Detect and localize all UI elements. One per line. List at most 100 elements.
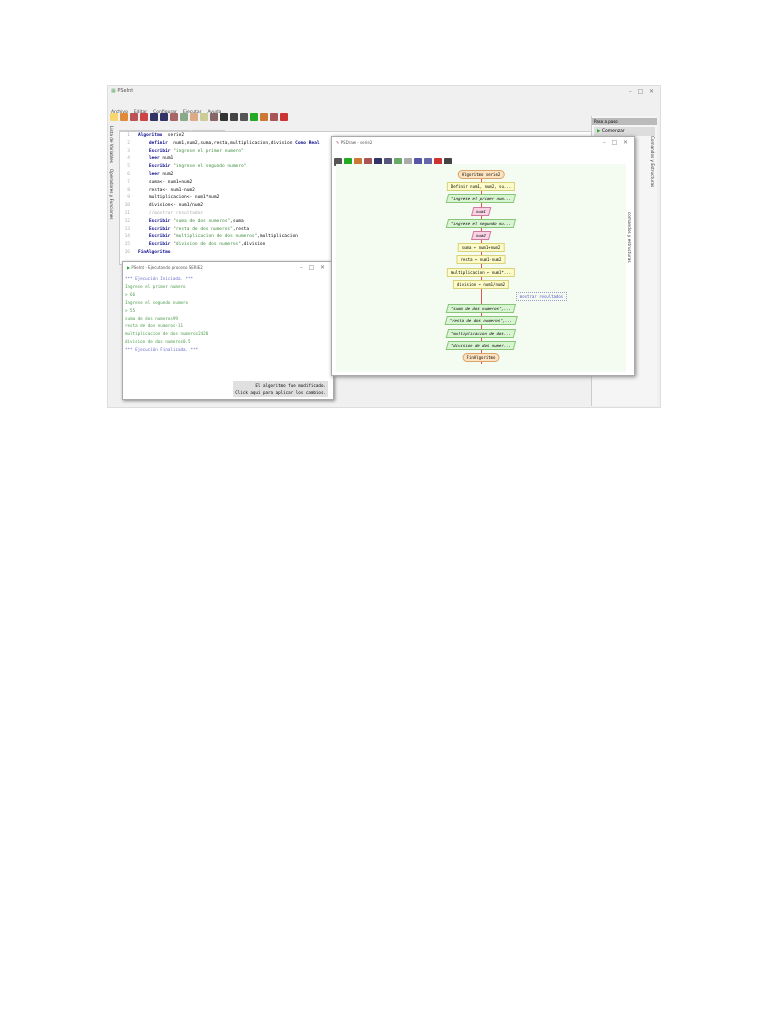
code-token: suma<- num1+num2 — [138, 179, 193, 185]
toolbar-button-icon[interactable] — [200, 113, 208, 121]
line-number: 16 — [124, 249, 130, 255]
code-token: leer — [138, 171, 160, 177]
flow-node-out[interactable]: "multiplicacion de dos... — [445, 328, 517, 338]
toolbar-button-icon[interactable] — [190, 113, 198, 121]
commands-side-label[interactable]: Comandos y Estructuras — [650, 136, 655, 187]
flow-node-proc[interactable]: suma ← num1+num2 — [457, 243, 505, 253]
flowchart-canvas[interactable]: Algoritmo serie2 Definir num1, num2, su..… — [336, 164, 626, 372]
toolbar-button-icon[interactable] — [280, 113, 288, 121]
start-button-label: Comenzar — [601, 129, 625, 134]
flow-node-out[interactable]: "division de dos numer... — [445, 340, 517, 350]
flow-title-text: PSDraw - serie2 — [340, 140, 373, 145]
code-token: Algoritmo — [138, 133, 163, 138]
console-line: multiplicacion de dos numeros2420 — [125, 331, 209, 337]
line-number: 1 — [127, 133, 130, 138]
flow-node-out[interactable]: "ingrese el segundo nu... — [445, 218, 517, 228]
toolbar-button-icon[interactable] — [180, 113, 188, 121]
code-token: "suma de dos numeros" — [170, 218, 231, 224]
window-title-text: PSeInt — [117, 88, 134, 94]
toolbar-button-icon[interactable] — [230, 113, 238, 121]
line-number: 12 — [124, 218, 130, 224]
code-token: Escribir — [138, 148, 171, 154]
console-line: *** Ejecución Iniciada. *** — [125, 276, 194, 281]
toolbar-button-icon[interactable] — [270, 113, 278, 121]
line-number: 8 — [127, 187, 130, 193]
line-number: 11 — [124, 210, 130, 216]
code-token: "ingrese el primer numero" — [170, 148, 244, 154]
toolbar-button-icon[interactable] — [150, 113, 158, 121]
toolbar-button-icon[interactable] — [110, 113, 118, 121]
line-number: 7 — [127, 179, 130, 185]
console-line: suma de dos numeros99 — [125, 315, 178, 321]
line-number: 9 — [127, 195, 130, 201]
window-controls[interactable]: – □ ✕ — [629, 88, 654, 95]
console-line: > 66 — [125, 291, 136, 297]
code-token: num1 — [159, 156, 174, 162]
code-token: "resta de dos numeros" — [170, 226, 233, 232]
flow-node-proc[interactable]: division ← num1/num2 — [452, 279, 510, 289]
line-number: 10 — [124, 203, 130, 209]
toolbar-button-icon[interactable] — [140, 113, 148, 121]
line-number: 3 — [127, 148, 130, 154]
code-token: Escribir — [138, 242, 171, 248]
console-window-controls[interactable]: – □ ✕ — [300, 264, 325, 271]
toolbar-button-icon[interactable] — [240, 113, 248, 121]
flow-title: ✎ PSDraw - serie2 — [336, 140, 372, 145]
toolbar-button-icon[interactable] — [250, 113, 258, 121]
flow-node-term[interactable]: FinAlgoritmo — [462, 353, 500, 362]
flow-node-term[interactable]: Algoritmo serie2 — [457, 170, 505, 179]
code-token: "division de dos numeros" — [170, 242, 241, 248]
code-token: serie2 — [162, 133, 185, 138]
flow-node-out[interactable]: "ingrese el primer num... — [445, 194, 517, 204]
flow-node-out[interactable]: "suma de dos numeros",... — [445, 304, 517, 314]
code-token: ,division — [240, 242, 266, 248]
code-token: FinAlgoritmo — [138, 249, 171, 255]
toolbar-button-icon[interactable] — [130, 113, 138, 121]
modified-notice[interactable]: El algoritmo fue modificado. Click aquí … — [233, 381, 328, 397]
line-number: 4 — [127, 156, 130, 162]
code-token: Escribir — [138, 226, 171, 232]
left-sidebar-tab[interactable]: Lista de Variables — [109, 126, 114, 163]
toolbar-button-icon[interactable] — [220, 113, 228, 121]
flow-node-in[interactable]: num1 — [470, 206, 492, 216]
code-token: multiplicacion<- num1*num2 — [138, 195, 220, 201]
toolbar-button-icon[interactable] — [210, 113, 218, 121]
play-icon: ▶ — [127, 265, 131, 270]
code-token: Escribir — [138, 234, 171, 240]
code-token: num2 — [159, 171, 174, 177]
flow-window-controls[interactable]: – □ ✕ — [603, 139, 628, 146]
code-token: resta<- num1-num2 — [138, 187, 195, 193]
console-line: *** Ejecución Finalizada. *** — [125, 347, 199, 353]
code-token: Escribir — [138, 218, 171, 224]
start-button[interactable]: ▶ Comenzar — [594, 127, 655, 136]
flow-node-out[interactable]: "resta de dos numeros",... — [444, 316, 518, 326]
flow-node-proc[interactable]: Definir num1, num2, su... — [446, 182, 516, 192]
toolbar-button-icon[interactable] — [160, 113, 168, 121]
line-number: 5 — [127, 164, 130, 170]
flow-node-proc[interactable]: resta ← num1-num2 — [456, 255, 506, 265]
code-token: leer — [138, 156, 160, 162]
left-sidebar-tab[interactable]: Operadores y Funciones — [109, 169, 114, 220]
code-token: division<- num1/num2 — [138, 203, 204, 209]
flow-node-proc[interactable]: multiplicacion ← num1*... — [446, 267, 516, 277]
notice-line-2[interactable]: Click aquí para aplicar los cambios. — [235, 389, 326, 396]
console-line: resta de dos numeros-11 — [125, 323, 183, 329]
line-number: 13 — [124, 226, 130, 232]
code-token: Escribir — [138, 164, 171, 170]
toolbar-button-icon[interactable] — [260, 113, 268, 121]
flow-commands-side-label[interactable]: comandos y estructuras — [627, 212, 632, 263]
line-number: 2 — [127, 140, 130, 146]
toolbar-button-icon[interactable] — [170, 113, 178, 121]
console-line: division de dos numeros0.5 — [125, 339, 191, 345]
console-line: Ingrese el segundo numero — [125, 299, 189, 305]
code-token: "ingrese el segundo numero" — [170, 164, 247, 170]
toolbar-button-icon[interactable] — [120, 113, 128, 121]
notice-line-1: El algoritmo fue modificado. — [255, 383, 326, 388]
code-token: ,suma — [230, 218, 244, 224]
console-title: ▶ PSeInt - Ejecutando proceso SERIE2 — [127, 265, 203, 270]
console-output: *** Ejecución Iniciada. *** Ingrese el pr… — [125, 275, 208, 354]
flow-node-com[interactable]: mostrar resultados — [515, 292, 568, 301]
flow-node-in[interactable]: num2 — [470, 231, 492, 240]
line-number: 6 — [127, 171, 130, 177]
psdraw-flowchart-window: ✎ PSDraw - serie2 – □ ✕ Algoritmo serie2… — [331, 136, 635, 376]
